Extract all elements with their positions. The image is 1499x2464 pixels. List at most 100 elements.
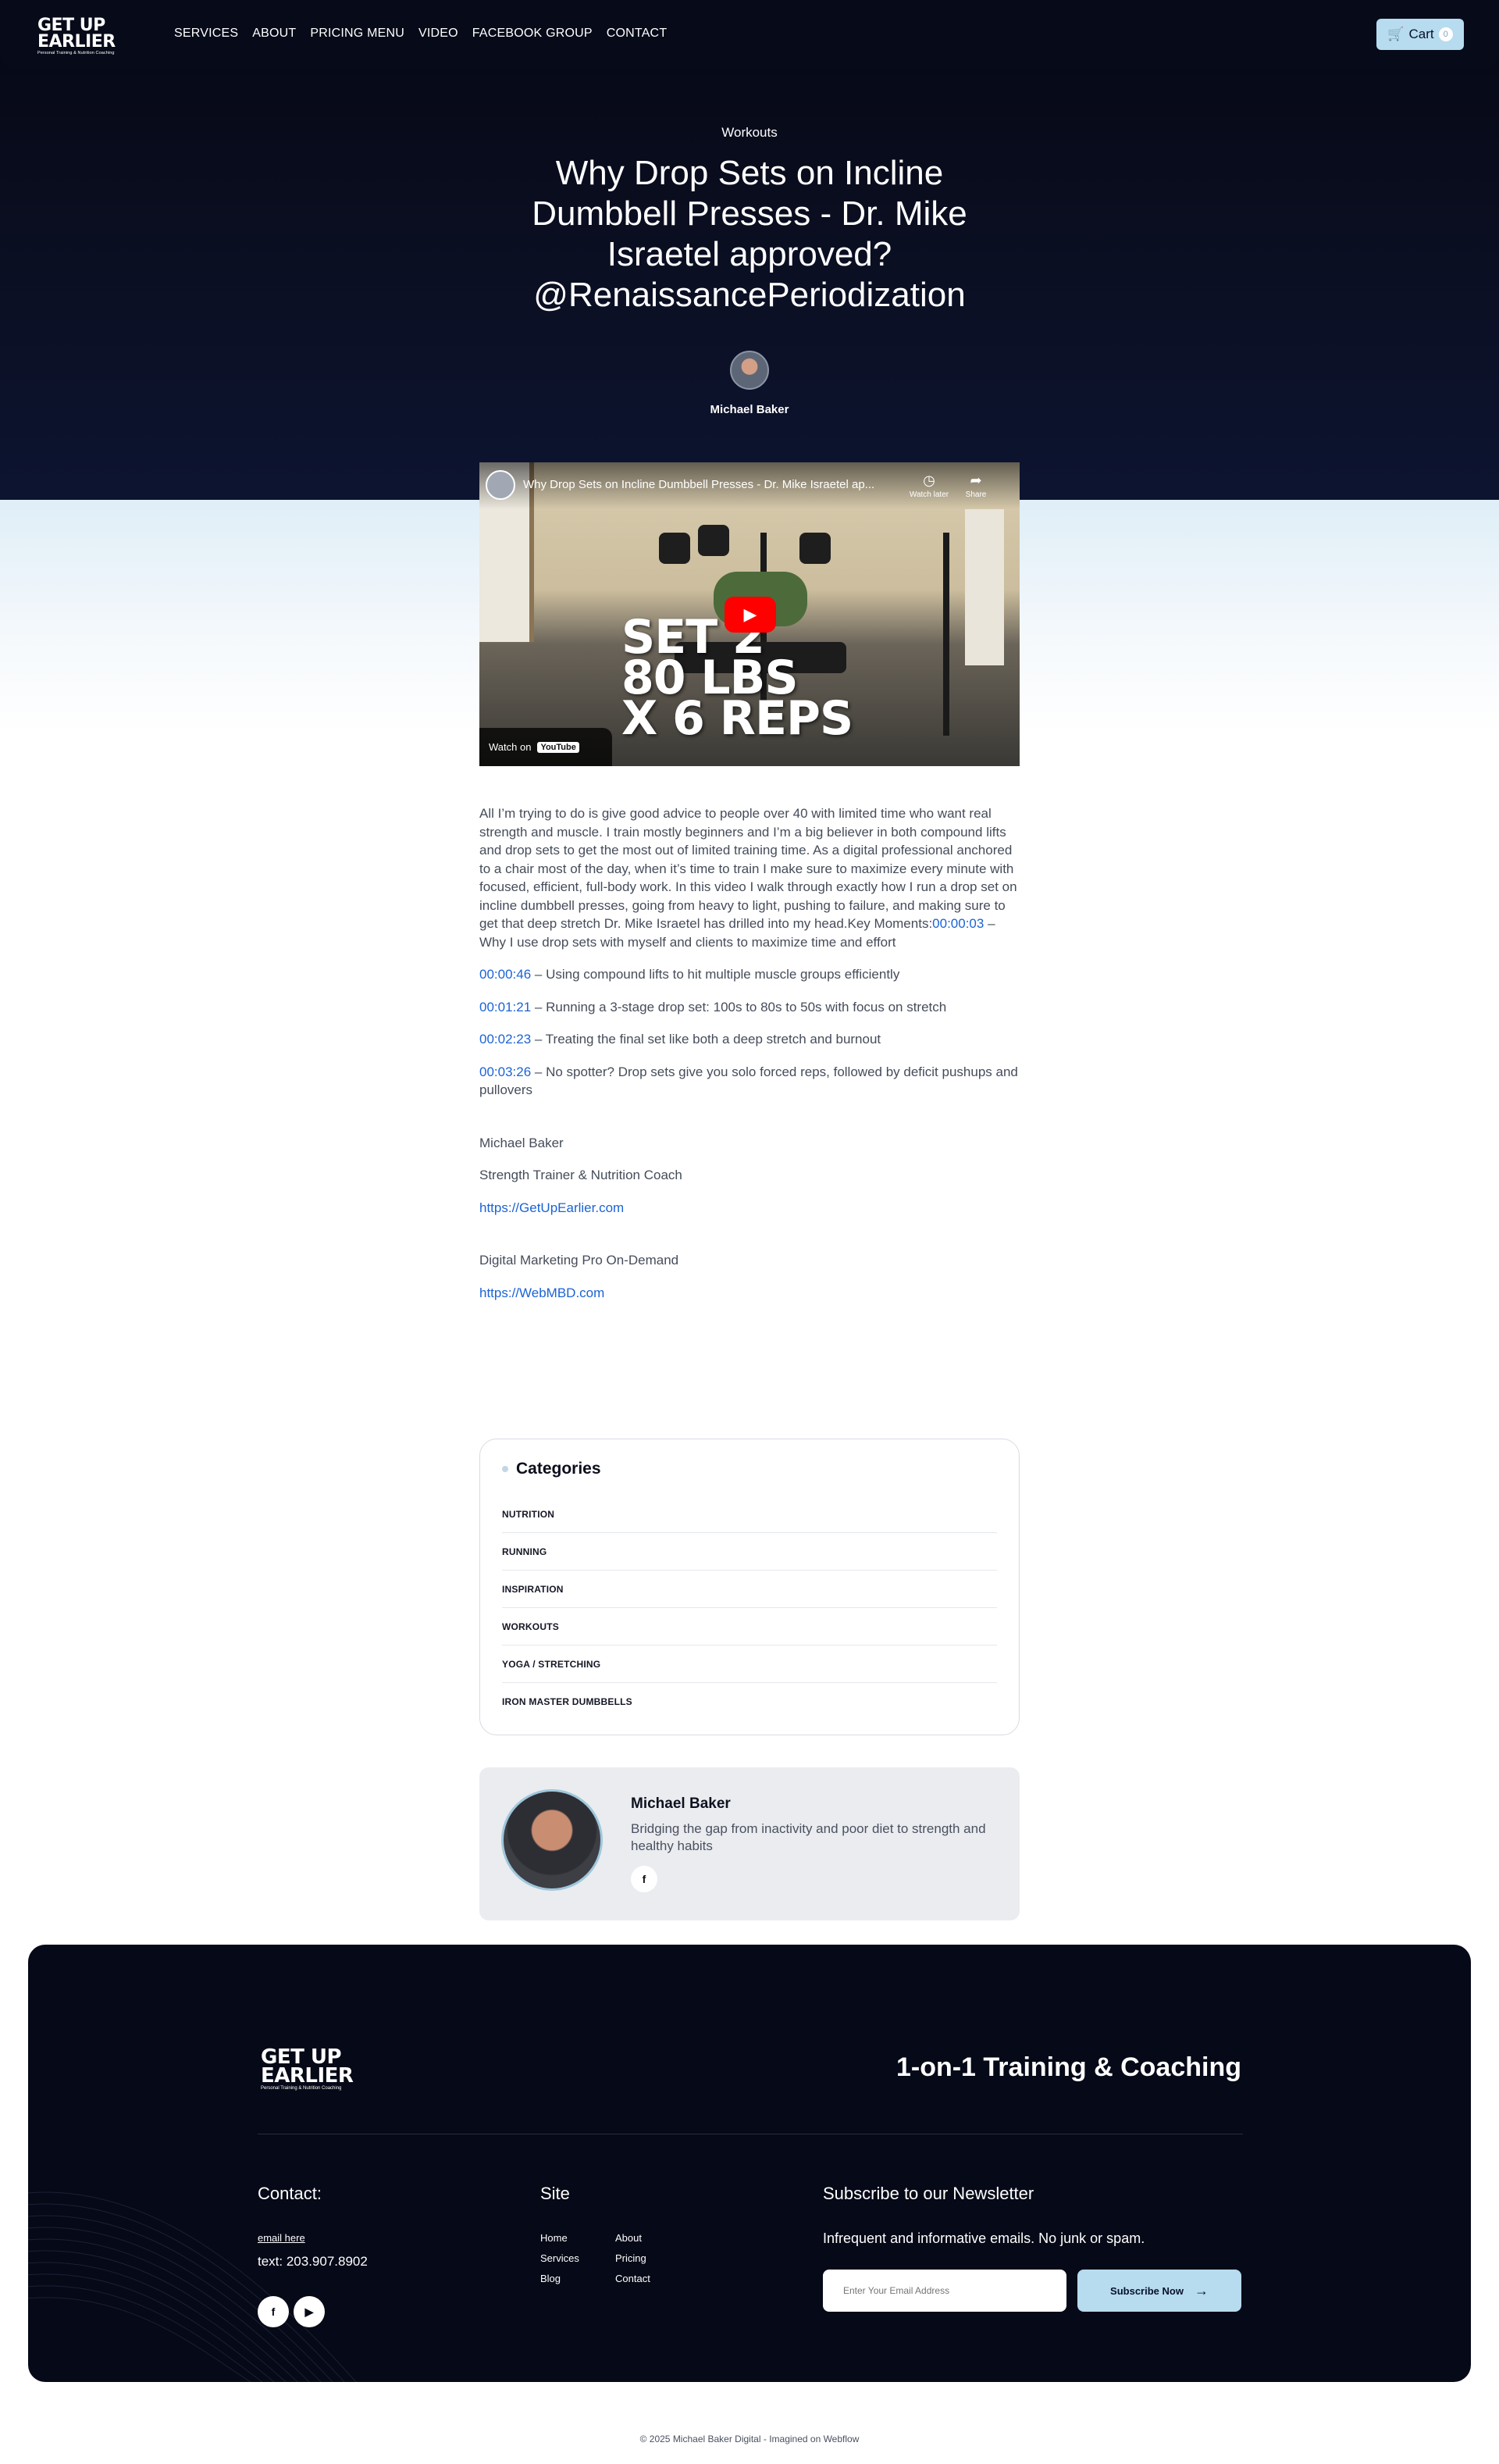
youtube-logo-icon: YouTube xyxy=(537,741,579,753)
watch-on-label: Watch on xyxy=(489,741,532,753)
categories-header: Categories xyxy=(502,1460,601,1478)
nav-link-contact[interactable]: CONTACT xyxy=(607,27,668,41)
company-website-link[interactable]: https://WebMBD.com xyxy=(479,1285,604,1300)
video-scene-dumbbell xyxy=(698,525,729,556)
author-photo xyxy=(501,1789,603,1891)
overlay-line-3: X 6 REPS xyxy=(621,691,853,746)
nav-link-pricing-menu[interactable]: PRICING MENU xyxy=(310,27,404,41)
category-link-iron-master-dumbbells[interactable]: IRON MASTER DUMBBELLS xyxy=(502,1683,997,1721)
video-title[interactable]: Why Drop Sets on Incline Dumbbell Presse… xyxy=(523,478,874,491)
moment-text: – Using compound lifts to hit multiple m… xyxy=(531,967,900,982)
category-link-workouts[interactable]: WORKOUTS xyxy=(502,1608,997,1646)
contact-heading: Contact: xyxy=(258,2184,322,2203)
arrow-right-icon: → xyxy=(1194,2282,1209,2298)
footer-link-pricing[interactable]: Pricing xyxy=(615,2252,646,2264)
moment-text: – No spotter? Drop sets give you solo fo… xyxy=(479,1064,1018,1098)
author-card-bio: Bridging the gap from inactivity and poo… xyxy=(631,1821,986,1853)
play-button-icon[interactable]: ▶ xyxy=(725,597,776,633)
key-moment: 00:01:21 – Running a 3-stage drop set: 1… xyxy=(479,998,1020,1017)
nav-link-services[interactable]: SERVICES xyxy=(174,27,238,41)
moment-text: – Treating the final set like both a dee… xyxy=(531,1032,881,1047)
author-avatar xyxy=(730,351,769,390)
youtube-video-embed[interactable]: Why Drop Sets on Incline Dumbbell Presse… xyxy=(479,462,1020,766)
share-button[interactable]: ➦ Share xyxy=(960,470,992,499)
footer-logo-tagline: Personal Training & Nutrition Coaching xyxy=(261,2086,342,2091)
signature-role: Strength Trainer & Nutrition Coach xyxy=(479,1168,682,1182)
video-thumbnail-overlay-text: SET 2 80 LBS X 6 REPS xyxy=(621,614,853,746)
categories-title: Categories xyxy=(516,1460,601,1478)
moment-text: – Running a 3-stage drop set: 100s to 80… xyxy=(531,999,947,1014)
subscribe-button[interactable]: Subscribe Now → xyxy=(1077,2270,1241,2312)
footer-logo[interactable]: GET UP EARLIER Personal Training & Nutri… xyxy=(261,2047,354,2092)
footer-link-about[interactable]: About xyxy=(615,2232,642,2244)
footer-link-blog[interactable]: Blog xyxy=(540,2273,561,2284)
cart-label: Cart xyxy=(1408,27,1434,41)
nav-link-about[interactable]: ABOUT xyxy=(252,27,296,41)
site-logo[interactable]: GET UP EARLIER Personal Training & Nutri… xyxy=(37,17,116,56)
subscribe-button-label: Subscribe Now xyxy=(1110,2284,1184,2297)
video-scene-rack xyxy=(943,533,949,736)
category-link-inspiration[interactable]: INSPIRATION xyxy=(502,1571,997,1608)
channel-avatar-icon[interactable] xyxy=(486,470,515,500)
youtube-icon[interactable]: ▶ xyxy=(294,2296,325,2327)
category-link-nutrition[interactable]: NUTRITION xyxy=(502,1496,997,1533)
video-scene-door xyxy=(965,509,1004,665)
footer-link-services[interactable]: Services xyxy=(540,2252,579,2264)
timestamp-link[interactable]: 00:00:03 xyxy=(932,916,984,931)
footer-link-home[interactable]: Home xyxy=(540,2232,568,2244)
logo-tagline: Personal Training & Nutrition Coaching xyxy=(37,51,115,55)
video-scene-dumbbell xyxy=(659,533,690,564)
footer-tagline: 1-on-1 Training & Coaching xyxy=(895,2052,1241,2082)
video-scene-dumbbell xyxy=(799,533,831,564)
share-label: Share xyxy=(965,490,987,499)
newsletter-heading: Subscribe to our Newsletter xyxy=(823,2184,1034,2203)
main-nav: SERVICES ABOUT PRICING MENU VIDEO FACEBO… xyxy=(174,27,667,41)
category-link-running[interactable]: RUNNING xyxy=(502,1533,997,1571)
footer: GET UP EARLIER Personal Training & Nutri… xyxy=(28,1945,1471,2382)
watch-on-youtube-button[interactable]: Watch on YouTube xyxy=(479,728,612,766)
categories-list: NUTRITION RUNNING INSPIRATION WORKOUTS Y… xyxy=(502,1496,997,1721)
site-heading: Site xyxy=(540,2184,570,2203)
signature-website-link[interactable]: https://GetUpEarlier.com xyxy=(479,1200,624,1215)
article-body: All I’m trying to do is give good advice… xyxy=(479,804,1020,1316)
watch-later-button[interactable]: ◷ Watch later xyxy=(906,470,952,499)
footer-link-contact[interactable]: Contact xyxy=(615,2273,650,2284)
timestamp-link[interactable]: 00:01:21 xyxy=(479,1000,531,1014)
email-link[interactable]: email here xyxy=(258,2232,305,2244)
cart-icon: 🛒 xyxy=(1387,27,1405,41)
nav-link-facebook-group[interactable]: FACEBOOK GROUP xyxy=(472,27,593,41)
nav-link-video[interactable]: VIDEO xyxy=(418,27,458,41)
cart-count-badge: 0 xyxy=(1438,27,1453,41)
clock-icon: ◷ xyxy=(923,472,935,488)
post-author: Michael Baker xyxy=(710,403,789,416)
watch-later-label: Watch later xyxy=(909,490,949,499)
cart-button[interactable]: 🛒 Cart 0 xyxy=(1376,19,1464,50)
author-card: Michael Baker Bridging the gap from inac… xyxy=(479,1767,1020,1920)
timestamp-link[interactable]: 00:00:46 xyxy=(479,967,531,982)
facebook-icon[interactable]: f xyxy=(258,2296,289,2327)
key-moment: 00:03:26 – No spotter? Drop sets give yo… xyxy=(479,1063,1020,1100)
newsletter-email-input[interactable] xyxy=(823,2270,1066,2312)
signature-company: Digital Marketing Pro On-Demand xyxy=(479,1253,679,1268)
share-arrow-icon: ➦ xyxy=(970,472,982,488)
company-signature: Digital Marketing Pro On-Demand https://… xyxy=(479,1251,1020,1302)
bullet-dot-icon xyxy=(502,1466,508,1472)
logo-line-2: EARLIER xyxy=(37,32,116,52)
footer-logo-line-2: EARLIER xyxy=(261,2064,354,2088)
post-category[interactable]: Workouts xyxy=(0,125,1499,141)
author-signature: Michael Baker Strength Trainer & Nutriti… xyxy=(479,1134,1020,1218)
key-moment: 00:00:46 – Using compound lifts to hit m… xyxy=(479,965,1020,984)
category-link-yoga-stretching[interactable]: YOGA / STRETCHING xyxy=(502,1646,997,1683)
facebook-icon[interactable]: f xyxy=(631,1866,657,1892)
logo-line-1: GET UP xyxy=(37,16,105,35)
phone-text: text: 203.907.8902 xyxy=(258,2254,368,2269)
key-moment: 00:02:23 – Treating the final set like b… xyxy=(479,1030,1020,1049)
author-card-name: Michael Baker xyxy=(631,1795,731,1812)
timestamp-link[interactable]: 00:02:23 xyxy=(479,1032,531,1047)
timestamp-link[interactable]: 00:03:26 xyxy=(479,1064,531,1079)
categories-panel: Categories NUTRITION RUNNING INSPIRATION… xyxy=(479,1439,1020,1735)
post-title: Why Drop Sets on Incline Dumbbell Presse… xyxy=(532,154,967,314)
copyright-text: © 2025 Michael Baker Digital - Imagined … xyxy=(639,2434,860,2444)
article-intro-paragraph: All I’m trying to do is give good advice… xyxy=(479,804,1020,951)
intro-text: All I’m trying to do is give good advice… xyxy=(479,806,1017,931)
